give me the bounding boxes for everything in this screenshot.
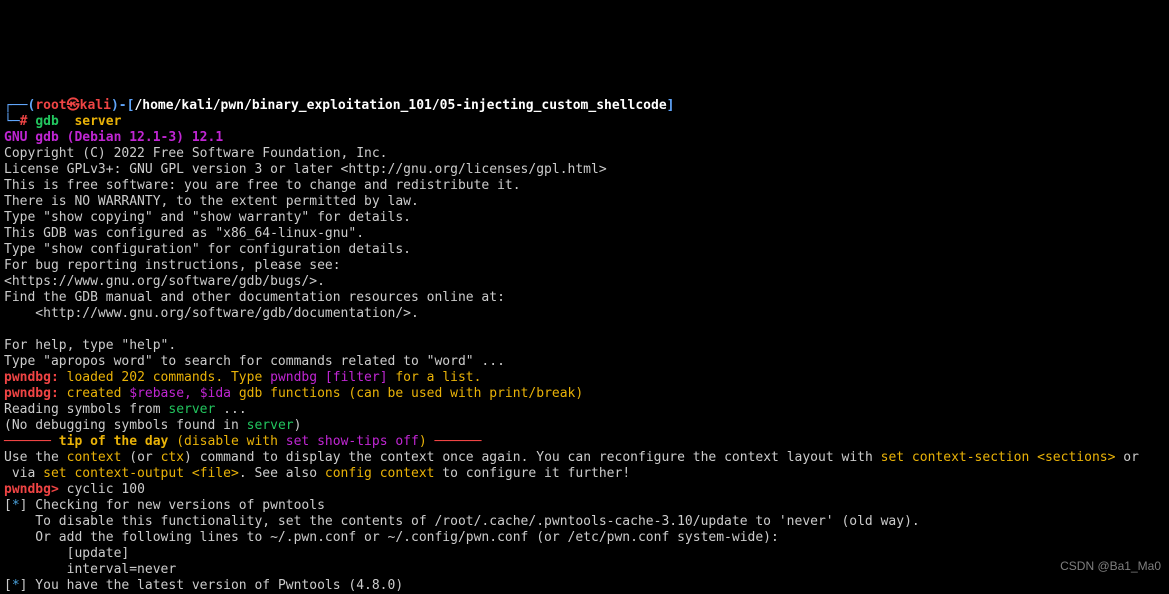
prompt-bracket: ┌──( [4, 98, 35, 113]
tip-l2c: to configure it further! [434, 466, 630, 481]
prompt-path: /home/kali/pwn/binary_exploitation_101/0… [134, 98, 666, 113]
gdb-copyright: Copyright (C) 2022 Free Software Foundat… [4, 146, 388, 161]
gdb-help2: Type "apropos word" to search for comman… [4, 354, 505, 369]
gdb-bug2: <https://www.gnu.org/software/gdb/bugs/>… [4, 274, 325, 289]
pwndbg-vars: $rebase, $ida [129, 386, 231, 401]
hint4: interval=never [4, 562, 176, 577]
prompt-host: kali [80, 98, 111, 113]
no-debug-2: ) [294, 418, 302, 433]
cmd-cyclic: cyclic 100 [59, 482, 145, 497]
gdb-manual2: <http://www.gnu.org/software/gdb/documen… [4, 306, 419, 321]
tip-l1b: (or [121, 450, 160, 465]
tip-ctx: ctx [161, 450, 184, 465]
gdb-free2: There is NO WARRANTY, to the extent perm… [4, 194, 419, 209]
gdb-free1: This is free software: you are free to c… [4, 178, 521, 193]
gdb-help1: For help, type "help". [4, 338, 176, 353]
terminal-output[interactable]: ┌──(root㉿kali)-[/home/kali/pwn/binary_ex… [0, 80, 1169, 594]
hint3: [update] [4, 546, 129, 561]
hint2: Or add the following lines to ~/.pwn.con… [4, 530, 779, 545]
gdb-license: License GPLv3+: GNU GPL version 3 or lat… [4, 162, 607, 177]
tip-label: tip of the day [51, 434, 168, 449]
gdb-version: GNU gdb (Debian 12.1-3) 12.1 [4, 130, 223, 145]
tip-l1d: or [1115, 450, 1138, 465]
gdb-configured: This GDB was configured as "x86_64-linux… [4, 226, 364, 241]
pwndbg-loaded-cmd: pwndbg [filter] [270, 370, 387, 385]
tip-l1a: Use the [4, 450, 67, 465]
tip-l1c: ) command to display the context once ag… [184, 450, 881, 465]
star-icon: * [12, 498, 20, 513]
tip-disable1: (disable with [168, 434, 285, 449]
tip-config-ctx: config context [325, 466, 435, 481]
watermark: CSDN @Ba1_Ma0 [1060, 558, 1161, 574]
pwndbg-label2: pwndbg: [4, 386, 59, 401]
prompt-user: root [35, 98, 66, 113]
tip-set-co: set context-output <file> [43, 466, 239, 481]
gdb-bug1: For bug reporting instructions, please s… [4, 258, 341, 273]
prompt-skull-icon: ㉿ [67, 98, 80, 113]
rule-left: ────── [4, 434, 51, 449]
cmd-arg-server: server [74, 114, 121, 129]
reading-symbols-target: server [168, 402, 215, 417]
pwndbg-created1: created [59, 386, 129, 401]
reading-symbols-1: Reading symbols from [4, 402, 168, 417]
reading-symbols-2: ... [215, 402, 246, 417]
tip-disable-cmd: set show-tips off [286, 434, 419, 449]
rule-right: ────── [435, 434, 482, 449]
tip-disable2: ) [419, 434, 435, 449]
tip-l2a: via [4, 466, 43, 481]
star-icon: * [12, 578, 20, 593]
prompt-bracket-end: ] [667, 98, 675, 113]
pwndbg-loaded1: loaded 202 commands. Type [59, 370, 270, 385]
check-versions: Checking for new versions of pwntools [27, 498, 324, 513]
gdb-show-copying: Type "show copying" and "show warranty" … [4, 210, 411, 225]
tip-l2b: . See also [239, 466, 325, 481]
prompt-l2-prefix: └─ [4, 114, 20, 129]
pwndbg-created2: gdb functions (can be used with print/br… [231, 386, 583, 401]
pwndbg-label: pwndbg: [4, 370, 59, 385]
no-debug-1: (No debugging symbols found in [4, 418, 247, 433]
no-debug-target: server [247, 418, 294, 433]
gdb-show-conf: Type "show configuration" for configurat… [4, 242, 411, 257]
pwndbg-prompt: pwndbg> [4, 482, 59, 497]
prompt-hash: # [20, 114, 28, 129]
cmd-gdb: gdb [35, 114, 58, 129]
gdb-manual1: Find the GDB manual and other documentat… [4, 290, 505, 305]
tip-context: context [67, 450, 122, 465]
tip-set-cs: set context-section <sections> [881, 450, 1116, 465]
latest-version: You have the latest version of Pwntools … [27, 578, 403, 593]
prompt-bracket-mid: )-[ [111, 98, 134, 113]
pwndbg-loaded3: for a list. [388, 370, 482, 385]
hint1: To disable this functionality, set the c… [4, 514, 920, 529]
